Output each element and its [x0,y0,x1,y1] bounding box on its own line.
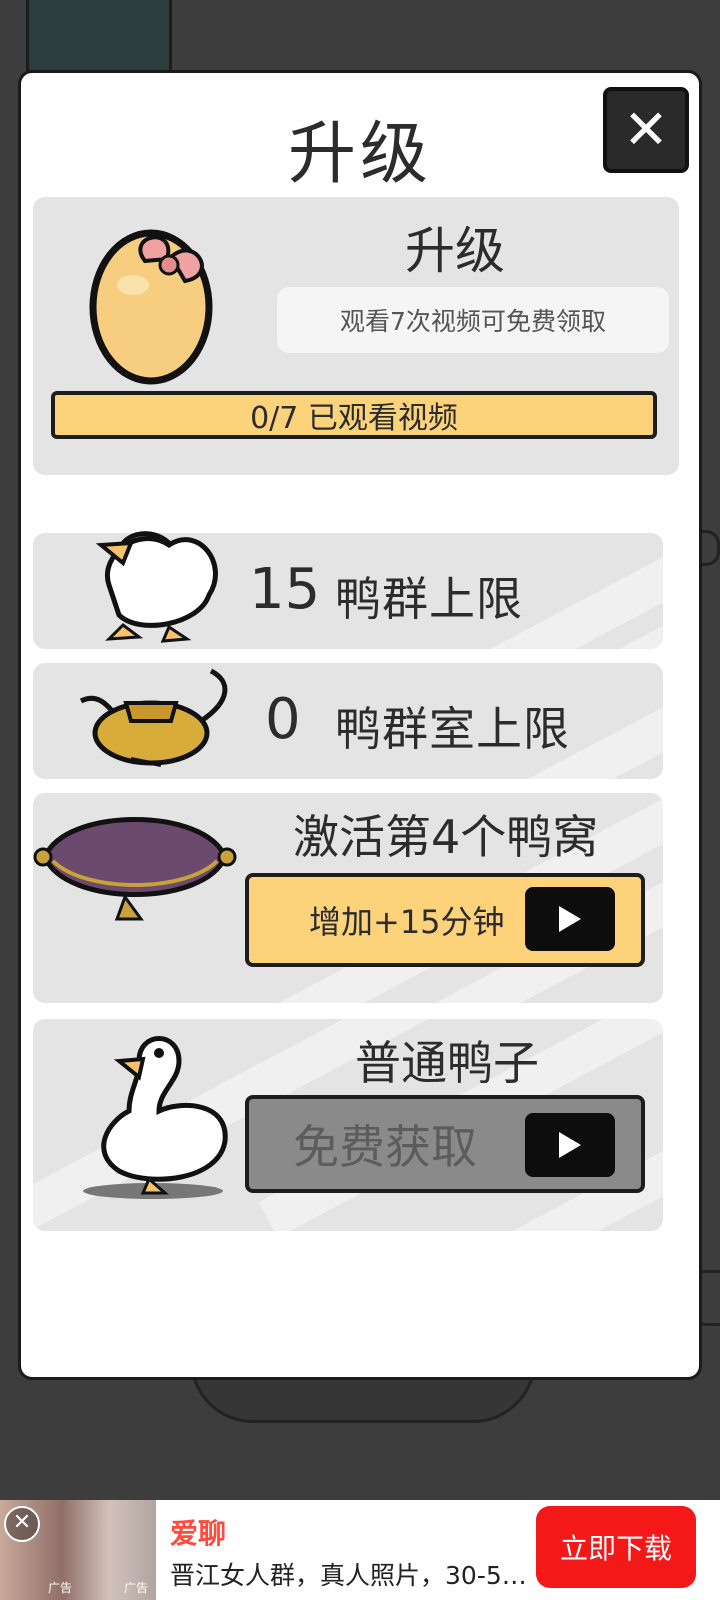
free-get-label: 免费获取 [293,1120,477,1174]
upgrade-dialog: 升级 ✕ 升级 观看7次视频可免费领取 0/7 已观看视频 15 鸭群上限 0 … [18,70,702,1380]
dialog-title: 升级 [287,115,432,194]
video-progress-bar: 0/7 已观看视频 [51,391,657,439]
ad-description: 晋江女人群，真人照片，30-5… [170,1561,527,1590]
play-video-icon [525,1113,615,1177]
ad-tag: 广告 [124,1581,149,1595]
flock-cap-label: 鸭群上限 [335,572,523,626]
play-video-icon [525,887,615,951]
background-pillar [26,0,172,80]
close-icon: ✕ [623,98,669,161]
bow-egg-icon [89,229,213,385]
purple-cushion-icon [33,817,237,921]
upgrade-card: 升级 观看7次视频可免费领取 0/7 已观看视频 [33,197,679,475]
watch-hint: 观看7次视频可免费领取 [277,287,669,353]
flock-cap-value: 15 [249,557,321,622]
duck-running-icon [95,531,218,643]
free-get-button[interactable]: 免费获取 [245,1095,645,1193]
ad-brand: 爱聊 [170,1517,227,1550]
ad-tag: 广告 [48,1581,73,1595]
ad-banner[interactable]: 广告 广告 ✕ 爱聊 晋江女人群，真人照片，30-5… 立即下载 [0,1500,720,1600]
download-button[interactable]: 立即下载 [536,1506,696,1588]
white-duck-icon [83,1036,228,1199]
duck-card-title: 普通鸭子 [355,1036,539,1090]
room-cap-label: 鸭群室上限 [335,702,570,756]
room-cap-value: 0 [265,687,301,752]
add-time-button[interactable]: 增加+15分钟 [245,873,645,967]
ad-close-icon[interactable]: ✕ [4,1506,40,1542]
golden-teapot-icon [79,668,228,767]
add-time-label: 增加+15分钟 [309,903,505,941]
nest-card-title: 激活第4个鸭窝 [293,810,599,864]
upgrade-card-title: 升级 [405,222,505,280]
close-button[interactable]: ✕ [603,87,689,173]
